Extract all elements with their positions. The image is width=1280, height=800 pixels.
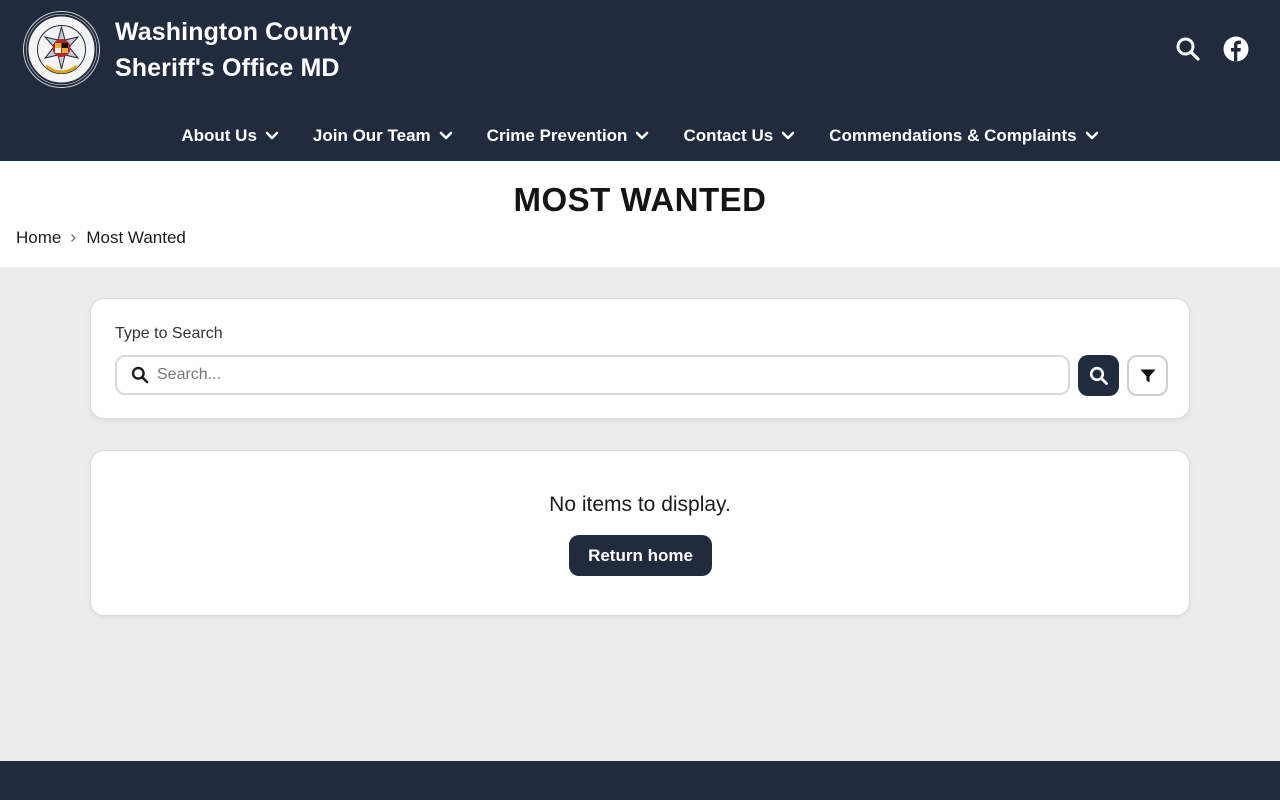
nav-label: Commendations & Complaints (829, 126, 1077, 145)
page-title: MOST WANTED (513, 181, 767, 218)
return-home-button[interactable]: Return home (569, 535, 712, 576)
site-title-line2: Sheriff's Office MD (115, 54, 340, 82)
search-icon (131, 366, 149, 384)
chevron-down-icon (635, 131, 649, 141)
search-icon (1176, 37, 1200, 61)
search-submit-button[interactable] (1078, 355, 1119, 396)
chevron-down-icon (265, 131, 279, 141)
chevron-down-icon (781, 131, 795, 141)
breadcrumb-current: Most Wanted (86, 228, 186, 247)
site-header: Washington County Sheriff's Office MD Ab… (0, 0, 1280, 161)
filter-icon (1140, 369, 1155, 382)
header-search-button[interactable] (1174, 35, 1202, 63)
filter-button[interactable] (1127, 355, 1168, 396)
nav-label: About Us (181, 126, 257, 145)
search-input[interactable] (157, 366, 1037, 384)
nav-about-us[interactable]: About Us (181, 126, 279, 146)
nav-label: Crime Prevention (486, 126, 628, 145)
site-title-line1: Washington County (115, 18, 352, 46)
chevron-down-icon (439, 131, 453, 141)
empty-state-message: No items to display. (549, 493, 731, 516)
results-card: No items to display. Return home (90, 450, 1190, 616)
search-field[interactable] (115, 355, 1070, 395)
search-card: Type to Search (90, 298, 1190, 419)
nav-commendations-complaints[interactable]: Commendations & Complaints (829, 126, 1098, 146)
facebook-icon (1223, 36, 1249, 62)
main-nav: About Us Join Our Team Crime Prevention … (0, 118, 1280, 154)
nav-label: Join Our Team (312, 126, 431, 145)
nav-join-our-team[interactable]: Join Our Team (313, 126, 453, 146)
breadcrumb-home[interactable]: Home (16, 228, 61, 248)
nav-label: Contact Us (683, 126, 774, 145)
sheriff-logo[interactable] (24, 12, 99, 87)
chevron-down-icon (1085, 131, 1099, 141)
page-title-band: MOST WANTED Home Most Wanted (0, 161, 1280, 267)
site-title[interactable]: Washington County Sheriff's Office MD (115, 14, 435, 86)
search-label: Type to Search (115, 325, 223, 342)
site-footer (0, 761, 1280, 800)
facebook-link[interactable] (1222, 35, 1250, 63)
nav-crime-prevention[interactable]: Crime Prevention (487, 126, 650, 146)
nav-contact-us[interactable]: Contact Us (683, 126, 795, 146)
sheriff-badge-icon (26, 14, 97, 85)
breadcrumb: Home Most Wanted (16, 228, 186, 248)
search-icon (1089, 366, 1108, 385)
chevron-right-icon (70, 233, 77, 243)
